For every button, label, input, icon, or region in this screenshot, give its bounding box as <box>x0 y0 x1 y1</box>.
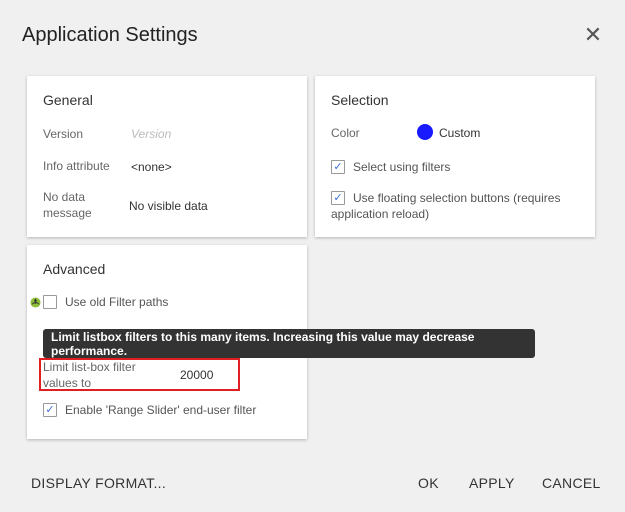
advanced-title: Advanced <box>43 261 106 277</box>
floating-selection-label-line2: application reload) <box>331 207 430 221</box>
no-data-label-line1: No data <box>43 190 86 204</box>
no-data-label-line2: message <box>43 206 92 220</box>
color-swatch[interactable] <box>417 124 433 140</box>
apply-button[interactable]: APPLY <box>469 475 515 491</box>
hazard-icon <box>30 297 41 308</box>
selection-card: Selection Color Custom Select using filt… <box>315 76 595 237</box>
cancel-button[interactable]: CANCEL <box>542 475 601 491</box>
color-label: Color <box>331 126 360 140</box>
version-label: Version <box>43 127 84 141</box>
range-slider-label: Enable 'Range Slider' end-user filter <box>65 403 257 417</box>
no-data-message-input[interactable]: No visible data <box>129 199 208 213</box>
limit-listbox-tooltip: Limit listbox filters to this many items… <box>43 329 535 358</box>
info-attribute-label: Info attribute <box>43 159 110 173</box>
use-old-filter-paths-label: Use old Filter paths <box>65 295 169 309</box>
close-icon[interactable]: ✕ <box>582 22 604 47</box>
ok-button[interactable]: OK <box>418 475 439 491</box>
select-using-filters-checkbox[interactable] <box>331 160 345 174</box>
select-using-filters-label: Select using filters <box>353 160 451 174</box>
range-slider-checkbox[interactable] <box>43 403 57 417</box>
highlight-box <box>39 358 240 391</box>
info-attribute-select[interactable]: <none> <box>131 160 172 174</box>
dialog-title: Application Settings <box>22 24 198 46</box>
floating-selection-checkbox[interactable] <box>331 191 345 205</box>
general-card: General Version Version Info attribute <… <box>27 76 307 237</box>
version-input[interactable]: Version <box>131 127 171 141</box>
color-value[interactable]: Custom <box>439 126 480 140</box>
general-title: General <box>43 92 93 108</box>
selection-title: Selection <box>331 92 389 108</box>
display-format-button[interactable]: DISPLAY FORMAT... <box>31 475 166 491</box>
floating-selection-label-line1: Use floating selection buttons (requires <box>353 191 561 205</box>
use-old-filter-paths-checkbox[interactable] <box>43 295 57 309</box>
application-settings-dialog: Application Settings ✕ General Version V… <box>0 0 625 512</box>
